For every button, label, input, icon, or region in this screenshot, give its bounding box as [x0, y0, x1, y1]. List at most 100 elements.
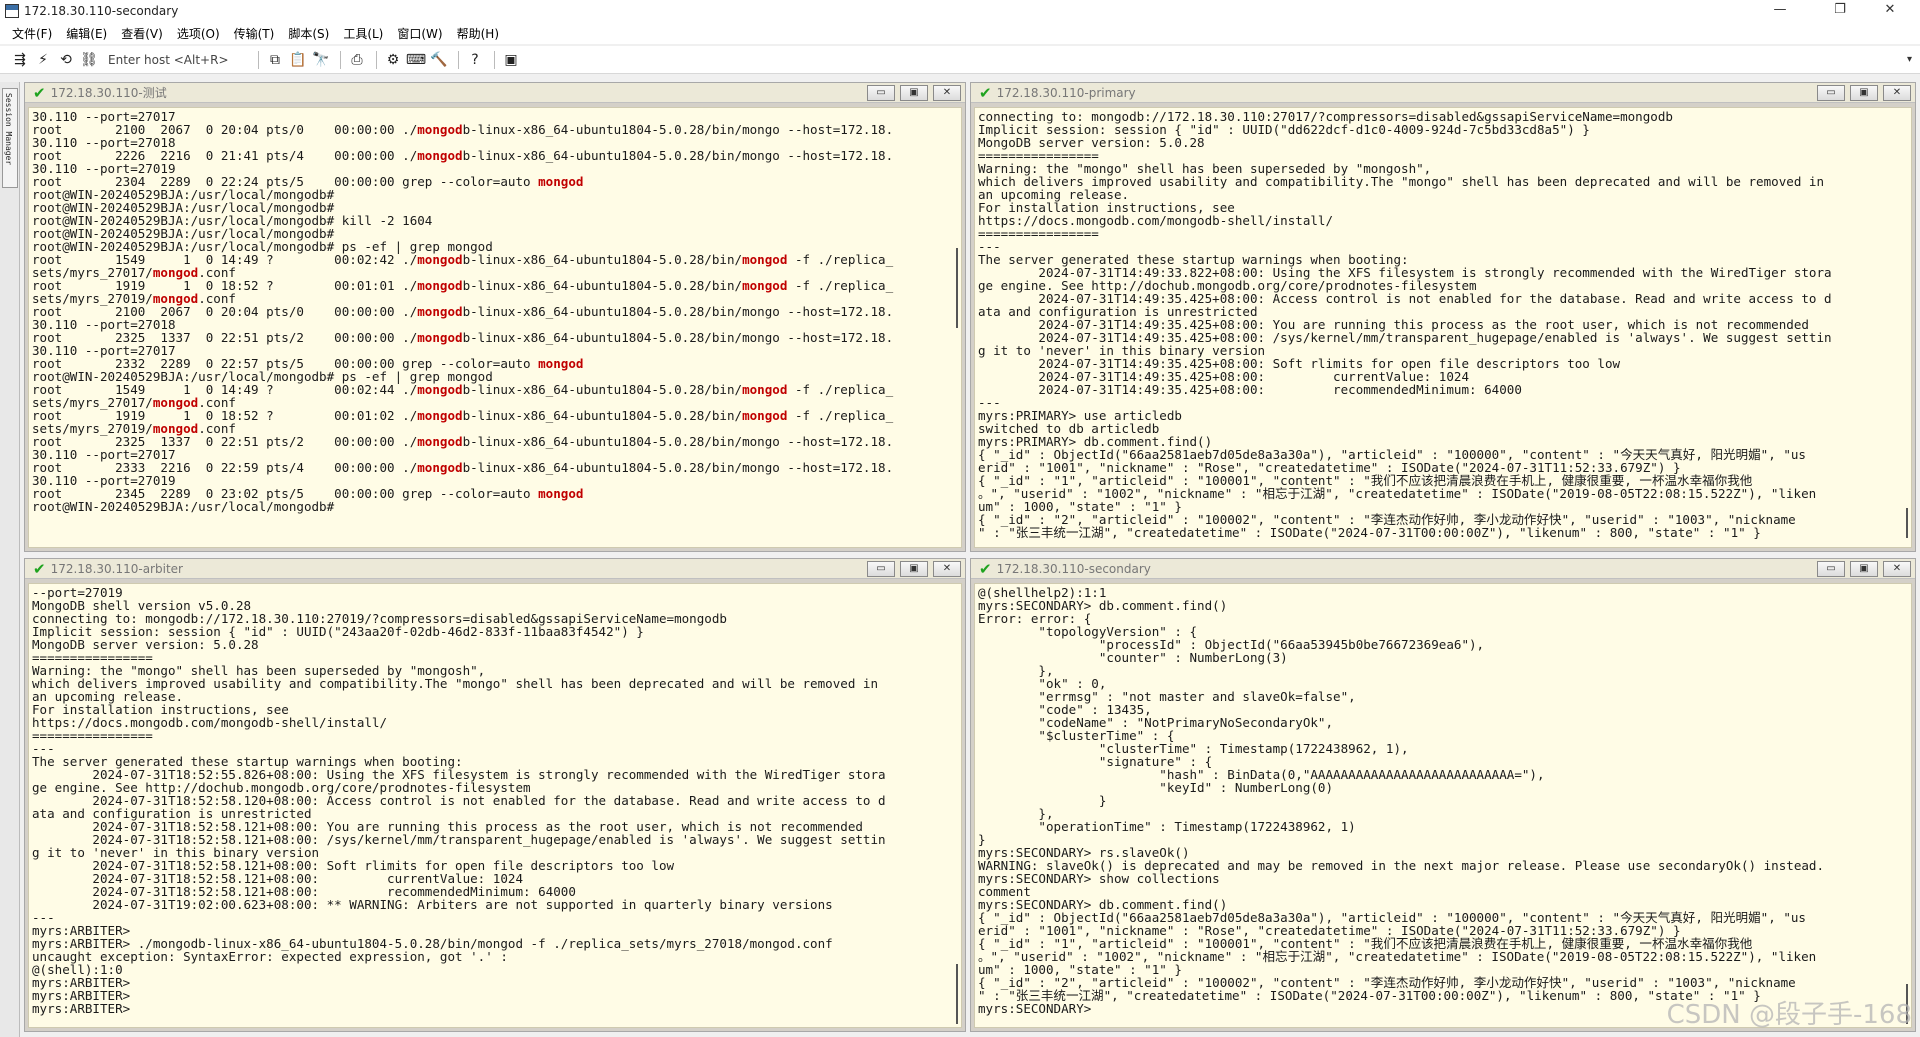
pane-minimize-button[interactable]: ▭ [1817, 561, 1845, 577]
pane-minimize-button[interactable]: ▭ [867, 561, 895, 577]
pane-close-button[interactable]: ✕ [933, 85, 961, 101]
pane-title: 172.18.30.110-测试 [50, 86, 167, 100]
terminal-line: "keyId" : NumberLong(0) [978, 780, 1334, 795]
terminal-line: 2024-07-31T19:02:00.623+08:00: ** WARNIN… [32, 897, 833, 912]
menu-script[interactable]: 脚本(S) [288, 25, 329, 42]
toolbar-separator [340, 50, 341, 69]
scrollbar-thumb[interactable] [1906, 508, 1908, 538]
session-manager-tab[interactable]: Session Manager [2, 88, 18, 188]
toolbar-separator [458, 50, 459, 69]
terminal-line: myrs:SECONDARY> show collections [978, 871, 1220, 886]
close-button[interactable]: ✕ [1870, 0, 1910, 22]
terminal-line: root@WIN-20240529BJA:/usr/local/mongodb# [32, 499, 335, 514]
session-manager-sidebar: Session Manager [0, 82, 20, 1037]
link-icon[interactable]: ⛓ [79, 50, 99, 70]
pane-header: ✔ 172.18.30.110-arbiter ▭ ▣ ✕ [25, 559, 965, 579]
watermark: CSDN @段子手-168 [1666, 1000, 1912, 1030]
scrollbar-thumb[interactable] [956, 964, 958, 1024]
pane-header: ✔ 172.18.30.110-测试 ▭ ▣ ✕ [25, 83, 965, 103]
menu-bar: 文件(F) 编辑(E) 查看(V) 选项(O) 传输(T) 脚本(S) 工具(L… [0, 22, 1920, 44]
host-input[interactable]: Enter host <Alt+R> [102, 53, 252, 67]
pane-maximize-button[interactable]: ▣ [900, 85, 928, 101]
grep-match-highlight: mongod [417, 330, 463, 345]
pane-minimize-button[interactable]: ▭ [867, 85, 895, 101]
reconnect-icon[interactable]: ⟲ [56, 50, 76, 70]
title-bar: 172.18.30.110-secondary — ❐ ✕ [0, 0, 1920, 22]
help-icon[interactable]: ? [465, 50, 485, 70]
scrollbar-thumb[interactable] [956, 248, 958, 328]
terminal-line: myrs:ARBITER> [32, 1001, 131, 1016]
tools-icon[interactable]: 🔨 [429, 50, 449, 70]
quick-connect-icon[interactable]: ⚡ [33, 50, 53, 70]
minimize-button[interactable]: — [1760, 0, 1800, 22]
toolbar-separator [494, 50, 495, 69]
terminal-output[interactable]: 30.110 --port=27017 root 2100 2067 0 20:0… [28, 107, 962, 548]
grep-match-highlight: mongod [742, 382, 788, 397]
grep-match-highlight: mongod [417, 382, 463, 397]
grep-match-highlight: mongod [538, 486, 584, 501]
pane-header: ✔ 172.18.30.110-primary ▭ ▣ ✕ [971, 83, 1915, 103]
pane-maximize-button[interactable]: ▣ [1850, 85, 1878, 101]
app-icon [5, 4, 19, 18]
paste-icon[interactable]: 📋 [288, 50, 308, 70]
grep-match-highlight: mongod [417, 148, 463, 163]
grep-match-highlight: mongod [417, 460, 463, 475]
screen-icon[interactable]: ▣ [501, 50, 521, 70]
pane-close-button[interactable]: ✕ [1883, 85, 1911, 101]
terminal-pane-test: ✔ 172.18.30.110-测试 ▭ ▣ ✕ 30.110 --port=2… [24, 82, 966, 552]
pane-maximize-button[interactable]: ▣ [900, 561, 928, 577]
grep-match-highlight: mongod [538, 174, 584, 189]
menu-window[interactable]: 窗口(W) [397, 25, 442, 42]
terminal-text: 30.110 --port=27017 root 2100 2067 0 20:0… [29, 108, 961, 513]
menu-view[interactable]: 查看(V) [121, 25, 163, 42]
pane-minimize-button[interactable]: ▭ [1817, 85, 1845, 101]
terminal-line: " : "张三丰统一江湖", "createdatetime" : ISODat… [978, 525, 1761, 540]
terminal-line: MongoDB server version: 5.0.28 [978, 135, 1205, 150]
terminal-line: myrs:SECONDARY> db.comment.find() [978, 598, 1228, 613]
print-icon[interactable]: ⎙ [347, 50, 367, 70]
terminal-output[interactable]: connecting to: mongodb://172.18.30.110:2… [974, 107, 1912, 548]
terminal-line: MongoDB server version: 5.0.28 [32, 637, 259, 652]
connected-check-icon: ✔ [979, 83, 992, 102]
connect-icon[interactable]: ⇶ [10, 50, 30, 70]
grep-match-highlight: mongod [417, 408, 463, 423]
grep-match-highlight: mongod [742, 408, 788, 423]
menu-help[interactable]: 帮助(H) [457, 25, 499, 42]
terminal-line: https://docs.mongodb.com/mongodb-shell/i… [32, 715, 388, 730]
terminal-line: }, [978, 663, 1054, 678]
terminal-line: ================ [978, 226, 1099, 241]
terminal-text: --port=27019 MongoDB shell version v5.0.2… [29, 584, 961, 1015]
keymap-icon[interactable]: ⌨ [406, 50, 426, 70]
securecrt-window: 172.18.30.110-secondary — ❐ ✕ 文件(F) 编辑(E… [0, 0, 1920, 1037]
grep-match-highlight: mongod [538, 356, 584, 371]
grep-match-highlight: mongod [417, 434, 463, 449]
menu-file[interactable]: 文件(F) [12, 25, 52, 42]
settings-icon[interactable]: ⚙ [383, 50, 403, 70]
terminal-line: uncaught exception: SyntaxError: expecte… [32, 949, 508, 964]
menu-tools[interactable]: 工具(L) [343, 25, 383, 42]
restore-button[interactable]: ❐ [1820, 0, 1860, 22]
pane-close-button[interactable]: ✕ [933, 561, 961, 577]
pane-close-button[interactable]: ✕ [1883, 561, 1911, 577]
menu-transfer[interactable]: 传输(T) [234, 25, 275, 42]
session-manager-label: Session Manager [4, 93, 13, 166]
terminal-text: connecting to: mongodb://172.18.30.110:2… [975, 108, 1911, 539]
terminal-line: } [978, 793, 1107, 808]
menu-edit[interactable]: 编辑(E) [66, 25, 107, 42]
grep-match-highlight: mongod [417, 122, 463, 137]
grep-match-highlight: mongod [417, 304, 463, 319]
terminal-line: myrs:ARBITER> [32, 988, 131, 1003]
terminal-output[interactable]: @(shellhelp2):1:1 myrs:SECONDARY> db.comm… [974, 583, 1912, 1028]
terminal-line: https://docs.mongodb.com/mongodb-shell/i… [978, 213, 1334, 228]
find-icon[interactable]: 🔭 [311, 50, 331, 70]
grep-match-highlight: mongod [417, 252, 463, 267]
terminal-line: @(shell):1:0 [32, 962, 123, 977]
menu-options[interactable]: 选项(O) [177, 25, 220, 42]
window-title: 172.18.30.110-secondary [24, 4, 179, 18]
terminal-line: ================ [32, 728, 153, 743]
pane-maximize-button[interactable]: ▣ [1850, 561, 1878, 577]
copy-icon[interactable]: ⧉ [265, 50, 285, 70]
grep-match-highlight: mongod [742, 252, 788, 267]
terminal-output[interactable]: --port=27019 MongoDB shell version v5.0.2… [28, 583, 962, 1028]
toolbar-overflow-icon[interactable]: ▾ [1907, 54, 1912, 65]
